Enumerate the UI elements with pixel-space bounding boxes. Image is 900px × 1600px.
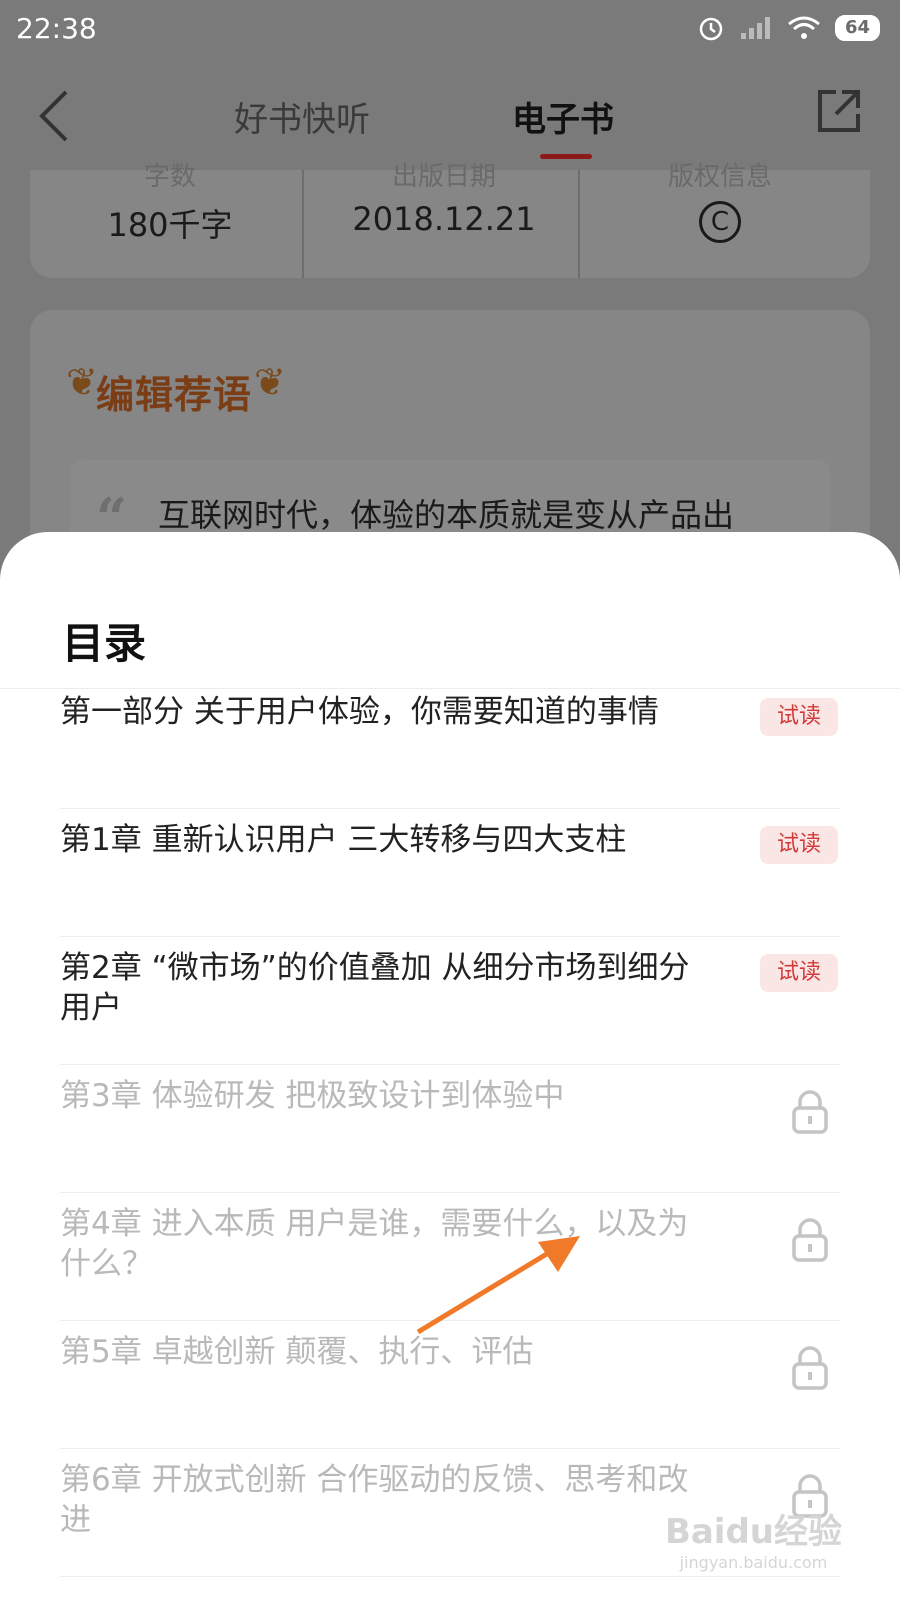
back-icon[interactable] [34, 86, 74, 146]
watermark: Baidu经验 jingyan.baidu.com [665, 1504, 842, 1572]
word-count-label: 字数 [143, 162, 196, 192]
publish-date-label: 出版日期 [391, 162, 496, 192]
watermark-url: jingyan.baidu.com [679, 1553, 828, 1572]
toc-item[interactable]: 第一部分 关于用户体验，你需要知道的事情 试读 [60, 680, 840, 809]
wifi-icon [788, 16, 820, 39]
copyright-label: 版权信息 [667, 162, 772, 192]
publish-date-value: 2018.12.21 [352, 200, 536, 238]
toc-item-title: 第2章 “微市场”的价值叠加 从细分市场到细分用户 [60, 950, 690, 1026]
tab-audio-books[interactable]: 好书快听 [234, 92, 370, 141]
lock-icon [792, 1346, 828, 1390]
toc-item-title: 第3章 体验研发 把极致设计到体验中 [60, 1078, 565, 1114]
toc-item-title: 第一部分 关于用户体验，你需要知道的事情 [60, 694, 659, 730]
wheat-right-icon: ❦ [254, 360, 286, 404]
tab-ebook[interactable]: 电子书 [512, 92, 614, 141]
top-nav: 好书快听 电子书 [0, 64, 900, 170]
lock-icon [792, 1090, 828, 1134]
word-count-value: 180千字 [107, 206, 233, 244]
copyright-icon: C [699, 201, 741, 243]
word-count: 字数 180千字 [30, 162, 310, 278]
toc-item[interactable]: 第3章 体验研发 把极致设计到体验中 [60, 1064, 840, 1193]
toc-sheet: 目录 第一部分 关于用户体验，你需要知道的事情 试读 第1章 重新认识用户 三大… [0, 532, 900, 1600]
publish-date: 出版日期 2018.12.21 [304, 162, 584, 278]
trial-read-badge: 试读 [760, 826, 838, 864]
status-time: 22:38 [16, 12, 97, 45]
editor-quote: 互联网时代，体验的本质就是变从产品出 [158, 496, 735, 534]
toc-item[interactable]: 第2章 “微市场”的价值叠加 从细分市场到细分用户 试读 [60, 936, 840, 1065]
toc-title: 目录 [62, 619, 147, 668]
annotation-arrow-icon [416, 1236, 580, 1335]
share-icon[interactable] [814, 86, 864, 136]
signal-icon [740, 17, 770, 39]
watermark-logo: Baidu经验 [664, 1512, 842, 1552]
toc-item-title: 第5章 卓越创新 颠覆、执行、评估 [60, 1334, 534, 1370]
wheat-left-icon: ❦ [66, 360, 98, 404]
toc-item-title: 第6章 开放式创新 合作驱动的反馈、思考和改进 [60, 1462, 689, 1538]
book-info-card: 字数 180千字 出版日期 2018.12.21 版权信息 C [30, 162, 870, 278]
battery-indicator: 64 [834, 15, 880, 41]
trial-read-badge: 试读 [760, 954, 838, 992]
trial-read-badge: 试读 [760, 698, 838, 736]
toc-item[interactable]: 第1章 重新认识用户 三大转移与四大支柱 试读 [60, 808, 840, 937]
status-icons: 64 [697, 14, 880, 42]
toc-item-title: 第1章 重新认识用户 三大转移与四大支柱 [60, 822, 627, 858]
lock-icon [792, 1218, 828, 1262]
copyright-info[interactable]: 版权信息 C [580, 162, 860, 278]
status-bar: 22:38 64 [0, 0, 900, 64]
alarm-icon [699, 17, 723, 41]
toc-item-title: 第4章 进入本质 用户是谁，需要什么，以及为什么？ [60, 1206, 689, 1282]
editor-title: 编辑荐语 [96, 372, 253, 417]
